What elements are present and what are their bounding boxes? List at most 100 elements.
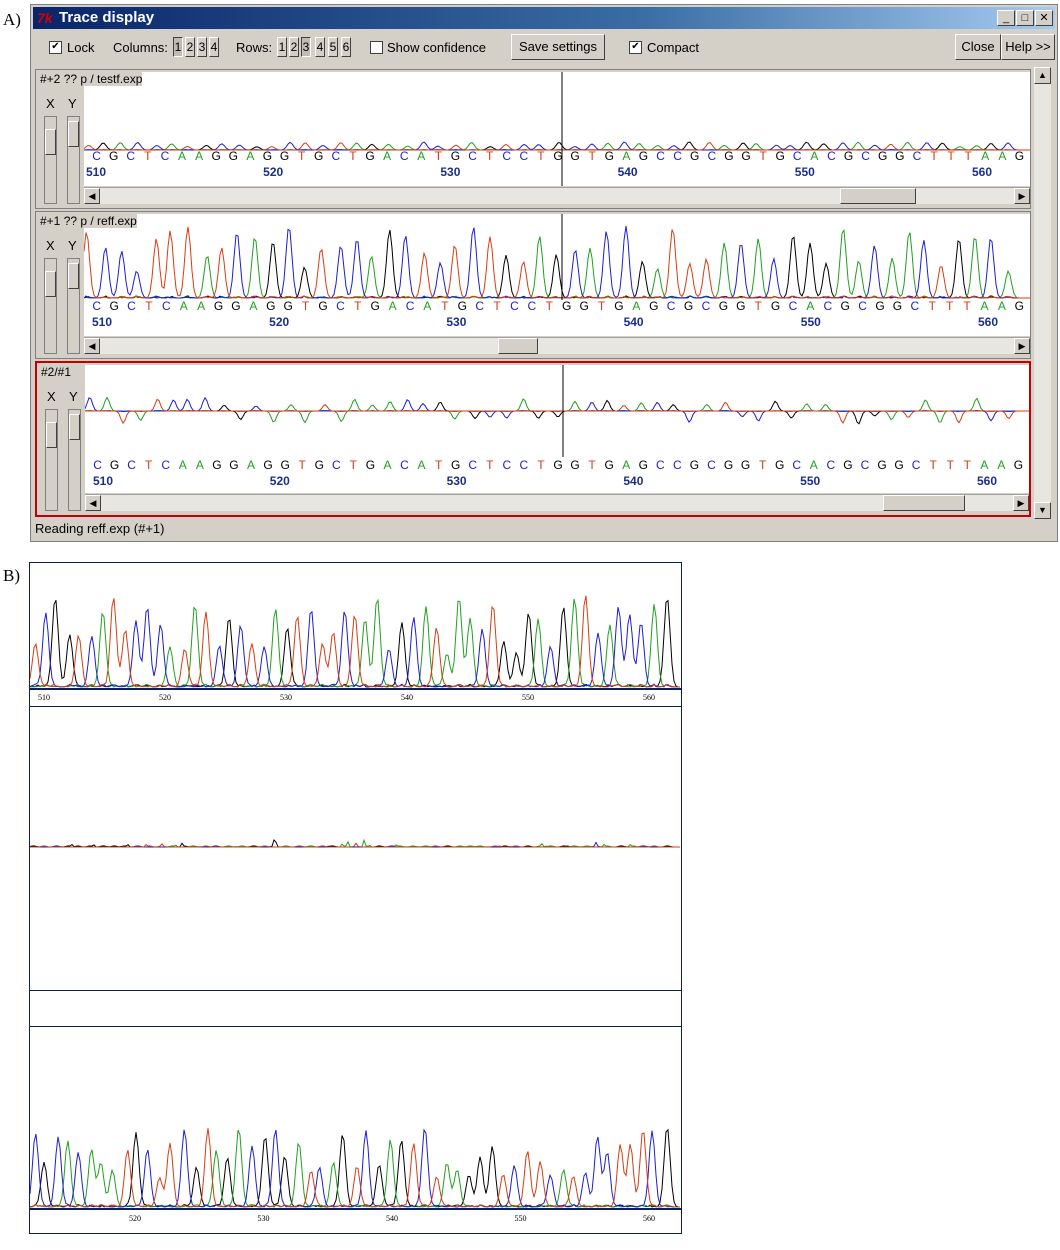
base-call: G [841, 299, 850, 313]
trace-canvas[interactable]: CGCTCAAGGAGGTGCTGACATGCTCCTGGTGAGCCGCGGT… [84, 72, 1030, 186]
columns-3-button[interactable]: 3 [197, 37, 207, 57]
status-bar-text: Reading reff.exp (#+1) [35, 521, 165, 536]
slider-thumb[interactable] [45, 129, 56, 155]
base-call: T [144, 149, 152, 163]
columns-4-button[interactable]: 4 [209, 37, 219, 57]
scroll-left-arrow-icon[interactable]: ◀ [84, 338, 100, 354]
scroll-thumb[interactable] [498, 338, 538, 354]
base-call: T [299, 458, 307, 472]
trace-canvas[interactable]: CGCTCAAGGAGGTGCTGACATGCTCCTGGTGAGCCGCGGT… [85, 365, 1029, 493]
scroll-right-arrow-icon[interactable]: ▶ [1013, 495, 1029, 511]
minimize-button[interactable]: _ [997, 10, 1015, 26]
base-call: G [451, 458, 460, 472]
base-call: G [366, 458, 375, 472]
base-call: G [690, 149, 699, 163]
save-settings-button[interactable]: Save settings [511, 34, 605, 60]
scroll-up-arrow-icon[interactable]: ▲ [1034, 67, 1051, 84]
slider-thumb[interactable] [68, 263, 79, 289]
x-axis-label: X [46, 96, 55, 111]
base-call: C [93, 458, 102, 472]
show-confidence-checkbox[interactable] [370, 41, 383, 54]
y-axis-label: Y [68, 96, 77, 111]
x-zoom-slider[interactable] [44, 116, 57, 204]
scroll-left-arrow-icon[interactable]: ◀ [84, 188, 100, 204]
chromatogram-curve [30, 838, 680, 848]
horizontal-scrollbar[interactable]: ◀ ▶ [85, 494, 1029, 511]
chromatogram-curve [85, 396, 1029, 424]
rows-5-button[interactable]: 5 [328, 37, 338, 57]
scroll-thumb[interactable] [883, 495, 965, 511]
title-bar[interactable]: 7k Trace display _ □ ✕ [33, 7, 1055, 29]
trace-label: #+2 ?? p / testf.exp [40, 72, 143, 86]
base-call: C [702, 299, 711, 313]
base-call: C [519, 149, 528, 163]
x-zoom-slider[interactable] [45, 409, 58, 511]
base-call: C [707, 149, 716, 163]
scroll-right-arrow-icon[interactable]: ▶ [1014, 338, 1030, 354]
base-call: T [435, 149, 443, 163]
base-call: A [998, 149, 1006, 163]
lock-checkbox[interactable]: ✔ [49, 41, 62, 54]
slider-thumb[interactable] [46, 422, 57, 448]
base-call: C [858, 299, 867, 313]
slider-thumb[interactable] [69, 414, 80, 440]
check-icon: ✔ [631, 41, 640, 52]
y-zoom-slider[interactable] [67, 116, 80, 204]
base-call: G [895, 149, 904, 163]
base-call: G [1015, 299, 1024, 313]
rows-4-button[interactable]: 4 [315, 37, 325, 57]
slider-thumb[interactable] [45, 271, 56, 297]
base-call: C [520, 458, 529, 472]
base-call: G [843, 458, 852, 472]
base-call: C [656, 458, 665, 472]
position-label: 550 [515, 1214, 527, 1223]
trace-label: #2/#1 [41, 365, 72, 379]
close-window-button[interactable]: ✕ [1035, 10, 1053, 26]
base-call: G [639, 458, 648, 472]
horizontal-scrollbar[interactable]: ◀ ▶ [84, 337, 1030, 354]
base-call: G [553, 149, 562, 163]
scroll-down-arrow-icon[interactable]: ▼ [1034, 502, 1051, 519]
position-label: 550 [800, 474, 820, 488]
position-label: 510 [38, 693, 50, 702]
base-call: G [724, 149, 733, 163]
columns-label: Columns: [113, 40, 168, 55]
base-call: T [589, 149, 597, 163]
base-call: C [827, 149, 836, 163]
rows-6-button[interactable]: 6 [341, 37, 351, 57]
horizontal-scrollbar[interactable]: ◀ ▶ [84, 187, 1030, 204]
base-call: G [263, 149, 272, 163]
base-call: T [537, 149, 545, 163]
slider-thumb[interactable] [68, 121, 79, 147]
vertical-scrollbar[interactable]: ▲ ▼ [1034, 67, 1051, 519]
position-label: 540 [386, 1214, 398, 1223]
maximize-button[interactable]: □ [1016, 10, 1034, 26]
scroll-left-arrow-icon[interactable]: ◀ [85, 495, 101, 511]
x-zoom-slider[interactable] [44, 258, 57, 354]
rows-1-button[interactable]: 1 [277, 37, 287, 57]
base-call: C [510, 299, 519, 313]
columns-2-button[interactable]: 2 [185, 37, 195, 57]
position-label: 510 [86, 165, 106, 179]
y-zoom-slider[interactable] [67, 258, 80, 354]
base-call: T [354, 299, 362, 313]
columns-1-button[interactable]: 1 [173, 37, 183, 57]
base-call: G [579, 299, 588, 313]
trace-label: #+1 ?? p / reff.exp [40, 214, 137, 228]
base-call: T [588, 458, 596, 472]
rows-2-button[interactable]: 2 [289, 37, 299, 57]
rows-3-button[interactable]: 3 [301, 37, 311, 57]
scroll-thumb[interactable] [840, 188, 916, 204]
trace-canvas[interactable]: CGCTCAAGGAGGTGCTGACATGCTCCTGGTGAGCGCGGTG… [84, 214, 1030, 336]
close-button[interactable]: Close [955, 34, 1001, 60]
scroll-right-arrow-icon[interactable]: ▶ [1014, 188, 1030, 204]
base-call: G [212, 149, 221, 163]
compact-checkbox[interactable]: ✔ [629, 41, 642, 54]
help-button[interactable]: Help >> [1001, 34, 1055, 60]
base-call: A [383, 458, 391, 472]
position-label: 520 [159, 693, 171, 702]
base-call: C [528, 299, 537, 313]
base-call: G [776, 149, 785, 163]
base-call: T [486, 458, 494, 472]
y-zoom-slider[interactable] [68, 409, 81, 511]
